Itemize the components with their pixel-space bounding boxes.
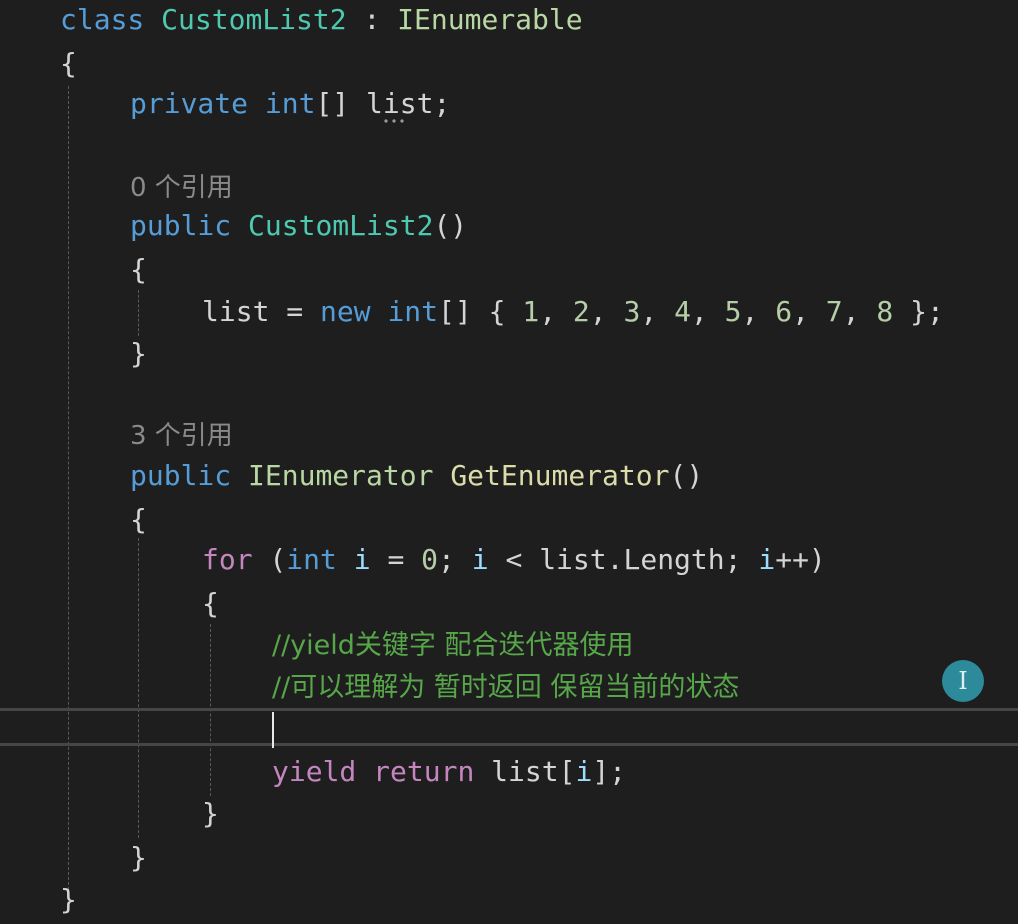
array-value: 3 xyxy=(623,295,641,328)
code-line-ctor-body[interactable]: list = new int[] { 1, 2, 3, 4, 5, 6, 7, … xyxy=(202,292,944,332)
array-value: 5 xyxy=(724,295,742,328)
bracket: [ xyxy=(558,755,576,788)
semicolon: ; xyxy=(724,543,759,576)
keyword-public: public xyxy=(130,209,232,242)
ctor-name: CustomList2 xyxy=(248,209,434,242)
brace: { xyxy=(202,587,219,620)
brace: } xyxy=(130,841,147,874)
return-type: IEnumerator xyxy=(248,459,434,492)
keyword-class: class xyxy=(60,3,145,36)
paren: ( xyxy=(252,543,287,576)
code-line-yield-return[interactable]: yield return list[i]; xyxy=(272,752,626,792)
code-line-ctor-close[interactable]: } xyxy=(130,334,147,374)
assign: = xyxy=(269,295,321,328)
keyword-int: int xyxy=(387,295,439,328)
list-var: list xyxy=(539,543,607,576)
field-name: list xyxy=(366,87,434,120)
current-line-highlight xyxy=(0,708,1018,746)
indent-guide xyxy=(68,86,69,890)
list-var: list xyxy=(491,755,559,788)
base-interface: IEnumerable xyxy=(397,3,583,36)
class-name: CustomList2 xyxy=(161,3,347,36)
keyword-int: int xyxy=(264,87,316,120)
codelens-references-ctor[interactable]: 0 个引用 xyxy=(130,168,233,208)
keyword-for: for xyxy=(202,543,253,576)
codelens-references-getenumerator[interactable]: 3 个引用 xyxy=(130,416,233,456)
code-line-get-close[interactable]: } xyxy=(130,838,147,878)
increment: ++) xyxy=(775,543,826,576)
parens: () xyxy=(433,209,468,242)
loop-var: i xyxy=(575,755,593,788)
semicolon: ; xyxy=(433,87,451,120)
keyword-new: new xyxy=(320,295,371,328)
indent-guide xyxy=(138,290,139,336)
brace: { xyxy=(60,47,77,80)
brace: } xyxy=(130,337,147,370)
array-value: 8 xyxy=(876,295,894,328)
code-line-getenumerator-signature[interactable]: public IEnumerator GetEnumerator() xyxy=(130,456,703,496)
brace: { xyxy=(130,253,147,286)
code-editor[interactable]: class CustomList2 : IEnumerable { privat… xyxy=(0,0,1018,924)
list-var: list xyxy=(202,295,270,328)
array-value: 1 xyxy=(522,295,540,328)
loop-var: i xyxy=(353,543,371,576)
code-line-get-open[interactable]: { xyxy=(130,500,147,540)
loop-var: i xyxy=(758,543,776,576)
array-value: 7 xyxy=(825,295,843,328)
code-line-for-open[interactable]: { xyxy=(202,584,219,624)
colon: : xyxy=(346,3,398,36)
code-line-for-close[interactable]: } xyxy=(202,794,219,834)
method-name: GetEnumerator xyxy=(450,459,670,492)
keyword-public: public xyxy=(130,459,232,492)
brace: } xyxy=(202,797,219,830)
code-comment-2[interactable]: //可以理解为 暂时返回 保留当前的状态 xyxy=(272,668,739,708)
loop-var: i xyxy=(471,543,489,576)
keyword-private: private xyxy=(130,87,249,120)
code-line-ctor-signature[interactable]: public CustomList2() xyxy=(130,206,467,246)
brace: } xyxy=(60,883,77,916)
length-property: .Length xyxy=(606,543,725,576)
array-value: 4 xyxy=(674,295,691,328)
code-line-field[interactable]: private int[] list; xyxy=(130,84,450,124)
bracket-close: ]; xyxy=(592,755,627,788)
code-line-class-close[interactable]: } xyxy=(60,880,77,920)
keyword-yield: yield xyxy=(272,755,357,788)
brace: { xyxy=(130,503,147,536)
array-value: 6 xyxy=(775,295,793,328)
assign: = xyxy=(370,543,422,576)
text-caret xyxy=(272,712,274,748)
brackets: [] xyxy=(315,87,367,120)
code-line-class-declaration[interactable]: class CustomList2 : IEnumerable xyxy=(60,0,583,40)
brackets: [] { xyxy=(438,295,523,328)
close: }; xyxy=(893,295,944,328)
text-cursor-icon: I xyxy=(942,660,984,702)
keyword-int: int xyxy=(286,543,337,576)
semicolon: ; xyxy=(438,543,472,576)
array-value: 2 xyxy=(572,295,590,328)
code-comment-1[interactable]: //yield关键字 配合迭代器使用 xyxy=(272,626,634,666)
code-line-for[interactable]: for (int i = 0; i < list.Length; i++) xyxy=(202,540,826,580)
keyword-return: return xyxy=(373,755,475,788)
suggestion-dots[interactable] xyxy=(382,119,408,123)
zero-literal: 0 xyxy=(421,543,439,576)
less-than: < xyxy=(488,543,540,576)
indent-guide xyxy=(138,538,139,838)
parens: () xyxy=(669,459,704,492)
code-line-ctor-open[interactable]: { xyxy=(130,250,147,290)
code-line-open-brace[interactable]: { xyxy=(60,44,77,84)
